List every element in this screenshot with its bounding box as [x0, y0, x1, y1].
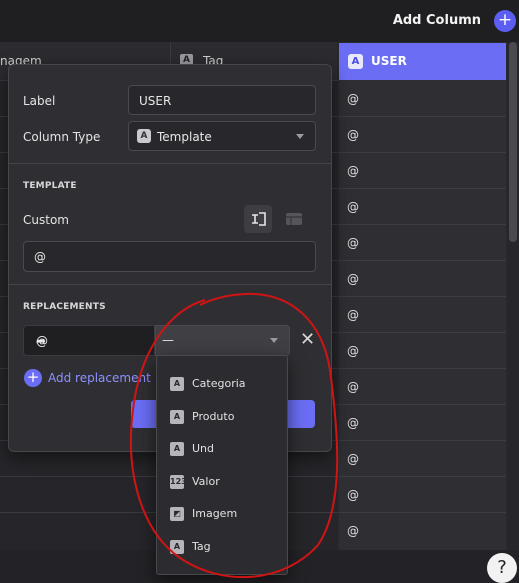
plus-circle-icon: + [24, 369, 42, 387]
remove-replacement-button[interactable]: ✕ [300, 329, 315, 350]
column-type-select[interactable]: A Template [128, 121, 316, 151]
dropdown-option-label: Categoria [192, 377, 246, 390]
scrollbar-thumb[interactable] [509, 42, 517, 242]
chevron-down-icon [270, 338, 278, 343]
user-cell[interactable]: @ [347, 452, 359, 466]
user-cell[interactable]: @ [347, 344, 359, 358]
user-cell[interactable]: @ [347, 200, 359, 214]
dropdown-option[interactable]: A Tag [157, 531, 287, 563]
column-type-icon: 123 [170, 474, 187, 489]
replacement-selected-value: — [162, 333, 174, 347]
dropdown-option-label: Produto [192, 409, 235, 423]
row-divider [339, 476, 506, 477]
dropdown-option-label: Valor [192, 474, 220, 488]
user-cell[interactable]: @ [347, 488, 359, 502]
row-divider [339, 188, 506, 189]
column-header-label: USER [371, 54, 407, 68]
dropdown-option[interactable]: 123 Valor [157, 466, 287, 498]
column-type-caption: Column Type [23, 130, 101, 144]
column-type-icon: ◩ [170, 507, 184, 521]
row-divider [339, 116, 506, 117]
table-icon [286, 213, 302, 225]
row-divider [339, 368, 506, 369]
row-divider [339, 260, 506, 261]
dropdown-option[interactable]: ◩ Imagem [157, 498, 287, 530]
replacement-options-dropdown: A Categoria A Produto A Und 123 Valor ◩ Imagem A Ta… [156, 355, 288, 575]
replacement-key-input[interactable]: @ ➦ [23, 325, 155, 356]
text-cursor-mode-button[interactable] [244, 205, 272, 233]
column-type-icon: A [170, 409, 184, 424]
row-divider [339, 332, 506, 333]
divider [9, 163, 331, 164]
row-divider [339, 296, 506, 297]
label-caption: Label [23, 94, 56, 108]
add-replacement-label: Add replacement [48, 371, 151, 385]
column-type-icon: A [170, 377, 184, 391]
dropdown-option-label: Und [192, 442, 215, 455]
user-cell[interactable]: @ [347, 92, 359, 106]
template-input-value: @ [34, 250, 46, 264]
label-input[interactable]: USER [128, 85, 316, 115]
add-column-label[interactable]: Add Column [393, 13, 481, 28]
template-input[interactable]: @ [23, 241, 316, 272]
dropdown-option-label: Tag [192, 539, 211, 553]
label-input-value: USER [139, 94, 172, 108]
dropdown-option[interactable]: A Categoria [157, 368, 287, 400]
chevron-down-icon [296, 134, 304, 139]
top-toolbar: Add Column + [0, 0, 519, 42]
user-cell[interactable]: @ [347, 164, 359, 178]
template-type-icon: A [137, 129, 151, 143]
row-divider [339, 440, 506, 441]
row-divider [339, 404, 506, 405]
user-cell[interactable]: @ [347, 380, 359, 394]
vertical-scrollbar[interactable] [507, 42, 519, 550]
column-type-icon: A [170, 442, 184, 456]
user-cell[interactable]: @ [347, 128, 359, 142]
row-divider [339, 152, 506, 153]
replacements-section-title: REPLACEMENTS [23, 302, 106, 312]
dropdown-option-label: Imagem [192, 507, 238, 520]
column-header-user[interactable]: A USER [339, 43, 506, 80]
table-mode-button[interactable] [280, 205, 308, 233]
replacement-column-select[interactable]: — [155, 325, 290, 356]
dropdown-option[interactable]: A Produto [157, 401, 287, 433]
help-button[interactable]: ? [487, 553, 517, 583]
dropdown-option[interactable]: A Und [157, 433, 287, 465]
user-column-cells: @ @ @ @ @ @ @ @ @ @ @ @ @ [339, 80, 506, 550]
column-type-icon: A [170, 539, 184, 554]
row-divider [339, 224, 506, 225]
user-cell[interactable]: @ [347, 416, 359, 430]
row-divider [339, 512, 506, 513]
user-cell[interactable]: @ [347, 524, 359, 538]
template-type-icon: A [348, 54, 363, 69]
text-cursor-icon [252, 212, 266, 226]
template-section-title: TEMPLATE [23, 181, 77, 191]
user-cell[interactable]: @ [347, 272, 359, 286]
divider [9, 284, 331, 285]
column-type-value: Template [157, 130, 212, 144]
custom-caption: Custom [23, 213, 69, 227]
arrow-right-icon: ➦ [36, 334, 47, 348]
user-cell[interactable]: @ [347, 308, 359, 322]
user-cell[interactable]: @ [347, 236, 359, 250]
add-column-button[interactable]: + [494, 10, 516, 32]
